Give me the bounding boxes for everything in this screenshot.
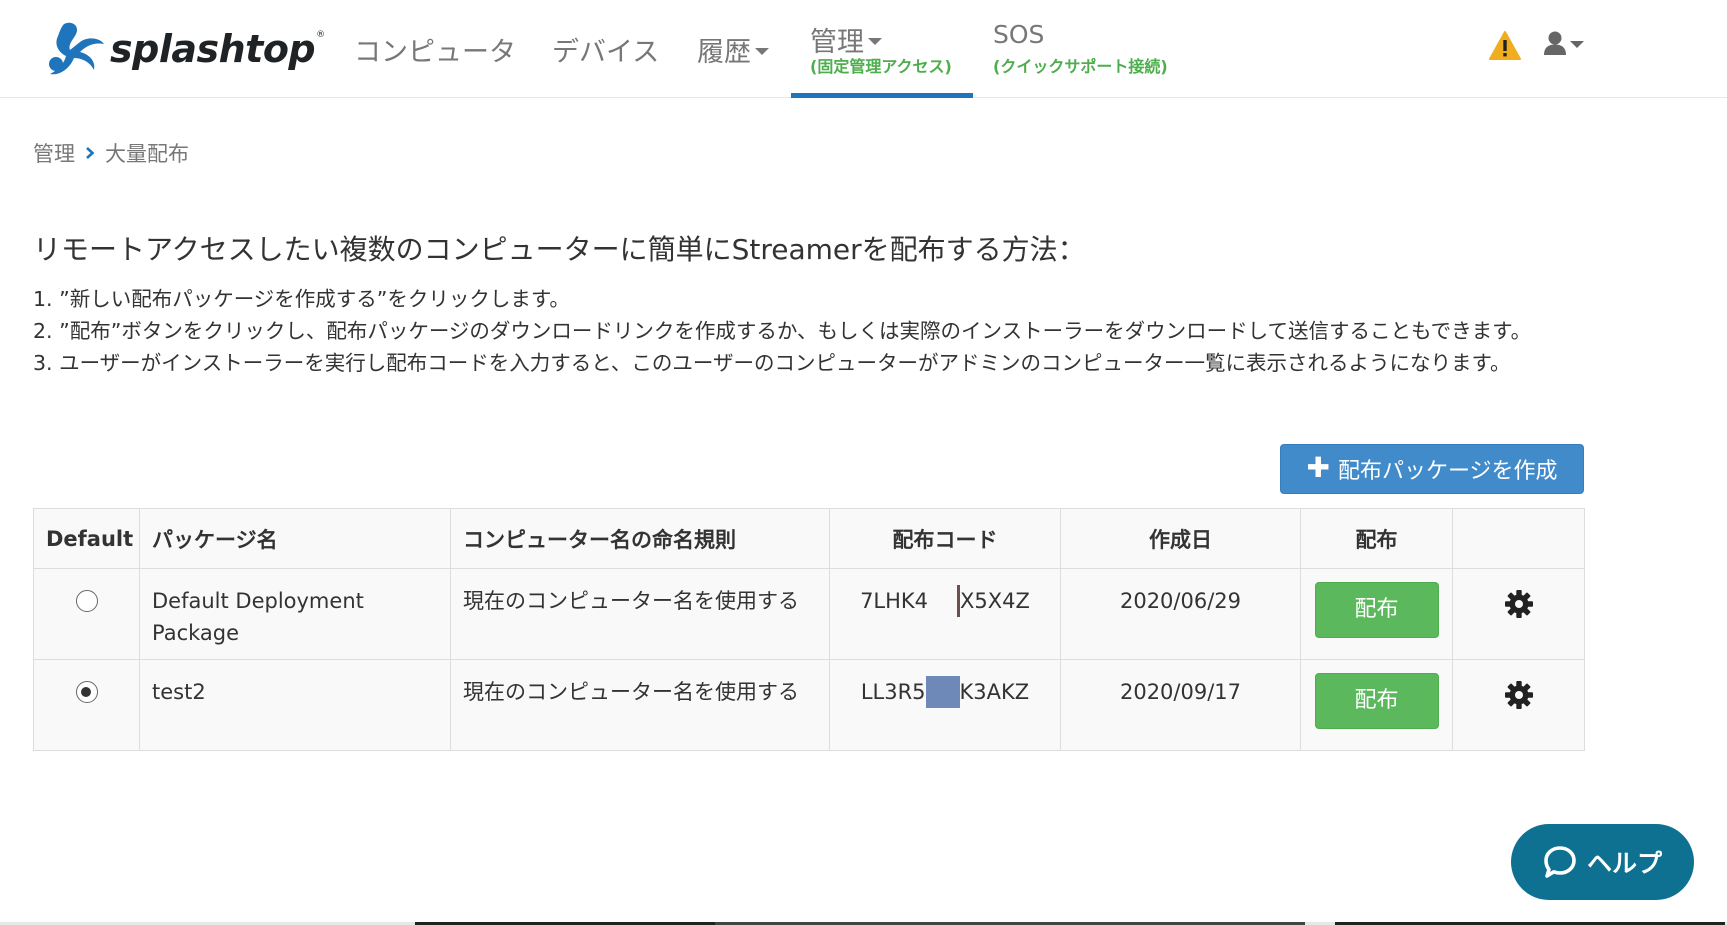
settings-cell bbox=[1452, 568, 1585, 660]
deployment-code-start: LL3R5 bbox=[860, 680, 926, 704]
col-header-settings bbox=[1452, 508, 1585, 569]
chat-bubble-icon bbox=[1544, 846, 1576, 878]
nav-history[interactable]: 履歴 bbox=[697, 0, 777, 98]
deploy-button[interactable]: 配布 bbox=[1314, 582, 1439, 638]
breadcrumb-parent[interactable]: 管理 bbox=[33, 138, 75, 168]
col-header-date: 作成日 bbox=[1060, 508, 1301, 569]
caret-down-icon bbox=[1570, 40, 1584, 48]
naming-rule-cell: 現在のコンピューター名を使用する bbox=[450, 568, 830, 660]
instruction-step-1: 1. ”新しい配布パッケージを作成する”をクリックします。 bbox=[33, 287, 570, 311]
nav-computers-label: コンピュータ bbox=[354, 37, 516, 68]
nav-active-indicator bbox=[791, 93, 973, 98]
nav-manage[interactable]: 管理 (固定管理アクセス) bbox=[810, 0, 970, 98]
col-header-default: Default bbox=[33, 508, 140, 569]
instruction-step-2: 2. ”配布”ボタンをクリックし、配布パッケージのダウンロードリンクを作成するか… bbox=[33, 319, 1532, 343]
gear-icon[interactable] bbox=[1504, 589, 1534, 619]
create-package-button[interactable]: ✚ 配布パッケージを作成 bbox=[1280, 444, 1584, 494]
nav-computers[interactable]: コンピュータ bbox=[354, 0, 516, 98]
nav-history-label: 履歴 bbox=[697, 37, 751, 68]
deployment-code-cell: LL3R5 K3AKZ bbox=[829, 659, 1061, 751]
default-radio[interactable] bbox=[75, 590, 98, 612]
deploy-button[interactable]: 配布 bbox=[1314, 673, 1439, 729]
default-radio[interactable] bbox=[75, 681, 98, 703]
table-row: Default Deployment Package 現在のコンピューター名を使… bbox=[33, 568, 1585, 660]
created-date-cell: 2020/09/17 bbox=[1060, 659, 1301, 751]
nav-sos[interactable]: SOS (クイックサポート接続) bbox=[993, 0, 1183, 98]
help-button[interactable]: ヘルプ bbox=[1511, 824, 1694, 900]
nav-devices[interactable]: デバイス bbox=[552, 0, 662, 98]
brand-name: splashtop bbox=[110, 27, 316, 71]
splashtop-logo[interactable]: splashtop ® bbox=[44, 20, 325, 78]
deployment-code-start: 7LHK4 bbox=[860, 589, 929, 613]
splashtop-logo-mark-icon bbox=[49, 22, 104, 75]
caret-down-icon bbox=[755, 48, 769, 55]
deploy-cell: 配布 bbox=[1300, 659, 1453, 751]
breadcrumb-current: 大量配布 bbox=[105, 142, 189, 166]
brand-registered-mark: ® bbox=[316, 30, 326, 40]
gear-icon[interactable] bbox=[1504, 680, 1534, 710]
nav-sos-label: SOS bbox=[993, 20, 1045, 49]
col-header-package: パッケージ名 bbox=[139, 508, 451, 569]
user-icon bbox=[1544, 31, 1566, 55]
default-cell bbox=[33, 659, 140, 751]
package-name-cell: test2 bbox=[139, 659, 451, 751]
package-name-cell: Default Deployment Package bbox=[139, 568, 451, 660]
user-menu[interactable] bbox=[1543, 30, 1584, 56]
create-package-label: 配布パッケージを作成 bbox=[1337, 459, 1558, 484]
deploy-cell: 配布 bbox=[1300, 568, 1453, 660]
nav-manage-sublabel: (固定管理アクセス) bbox=[810, 57, 952, 76]
breadcrumb: 管理 大量配布 bbox=[33, 138, 189, 168]
top-navbar: splashtop ® コンピュータ デバイス 履歴 管理 (固定管理アクセス) … bbox=[0, 0, 1727, 98]
deployment-code-end: X5X4Z bbox=[960, 589, 1030, 613]
warning-icon[interactable] bbox=[1488, 30, 1522, 62]
redaction-block bbox=[925, 676, 960, 708]
col-header-code: 配布コード bbox=[829, 508, 1061, 569]
plus-icon: ✚ bbox=[1306, 451, 1330, 484]
settings-cell bbox=[1452, 659, 1585, 751]
default-cell bbox=[33, 568, 140, 660]
col-header-deploy: 配布 bbox=[1300, 508, 1453, 569]
col-header-naming: コンピューター名の命名規則 bbox=[450, 508, 830, 569]
nav-sos-sublabel: (クイックサポート接続) bbox=[993, 57, 1168, 76]
page-heading: リモートアクセスしたい複数のコンピューターに簡単にStreamerを配布する方法… bbox=[33, 233, 1086, 266]
instruction-step-3: 3. ユーザーがインストーラーを実行し配布コードを入力すると、このユーザーのコン… bbox=[33, 351, 1511, 375]
deployment-code-end: K3AKZ bbox=[959, 680, 1030, 704]
instruction-steps: 1. ”新しい配布パッケージを作成する”をクリックします。 2. ”配布”ボタン… bbox=[33, 283, 1593, 379]
deployment-code-cell: 7LHK4 X5X4Z bbox=[829, 568, 1061, 660]
naming-rule-cell: 現在のコンピューター名を使用する bbox=[450, 659, 830, 751]
redaction-block bbox=[930, 585, 961, 617]
help-button-label: ヘルプ bbox=[1586, 849, 1662, 878]
table-row: test2 現在のコンピューター名を使用する LL3R5 K3AKZ 2020/0… bbox=[33, 659, 1585, 751]
nav-devices-label: デバイス bbox=[552, 37, 660, 68]
table-header-row: Default パッケージ名 コンピューター名の命名規則 配布コード 作成日 配… bbox=[33, 508, 1585, 569]
created-date-cell: 2020/06/29 bbox=[1060, 568, 1301, 660]
deployment-packages-table: Default パッケージ名 コンピューター名の命名規則 配布コード 作成日 配… bbox=[33, 508, 1585, 751]
caret-down-icon bbox=[868, 38, 882, 45]
chevron-right-icon bbox=[86, 147, 95, 159]
